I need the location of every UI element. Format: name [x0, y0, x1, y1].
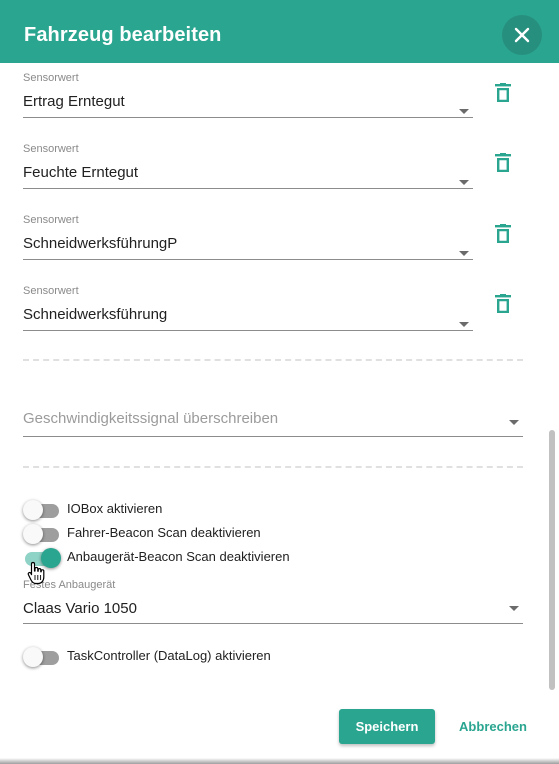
chevron-down-icon: [459, 251, 469, 256]
scrollbar[interactable]: [549, 430, 555, 690]
driver-beacon-toggle-label: Fahrer-Beacon Scan deaktivieren: [67, 525, 261, 540]
task-controller-toggle[interactable]: [23, 647, 61, 667]
dialog-content: Sensorwert Ertrag Erntegut Sensorwert Fe…: [0, 63, 559, 701]
save-button[interactable]: Speichern: [339, 709, 435, 744]
iobox-toggle-label: IOBox aktivieren: [67, 501, 163, 516]
speed-signal-select[interactable]: Geschwindigkeitssignal überschreiben: [23, 408, 523, 438]
sensor-value: SchneidwerksführungP: [23, 235, 178, 252]
hand-cursor-icon: [27, 561, 45, 585]
dialog-bottom-shadow: [0, 758, 559, 764]
delete-sensor-2-trash-icon[interactable]: [494, 153, 512, 173]
delete-sensor-4-trash-icon[interactable]: [494, 294, 512, 314]
driver-beacon-toggle[interactable]: [23, 524, 61, 544]
toggle-row-attachment-beacon: Anbaugerät-Beacon Scan deaktivieren: [23, 548, 323, 568]
attachment-beacon-toggle-label: Anbaugerät-Beacon Scan deaktivieren: [67, 549, 290, 564]
sensor-select-2[interactable]: Sensorwert Feuchte Erntegut: [23, 143, 473, 189]
field-underline: [23, 259, 473, 260]
iobox-toggle[interactable]: [23, 500, 61, 520]
dialog-header: Fahrzeug bearbeiten: [0, 0, 559, 63]
toggle-row-iobox: IOBox aktivieren: [23, 500, 323, 520]
sensor-label: Sensorwert: [23, 72, 79, 84]
speed-signal-placeholder: Geschwindigkeitssignal überschreiben: [23, 410, 279, 427]
toggle-thumb: [23, 500, 43, 520]
cancel-button[interactable]: Abbrechen: [447, 709, 539, 744]
chevron-down-icon: [459, 180, 469, 185]
toggle-row-driver-beacon: Fahrer-Beacon Scan deaktivieren: [23, 524, 323, 544]
sensor-label: Sensorwert: [23, 214, 79, 226]
field-underline: [23, 188, 473, 189]
chevron-down-icon: [459, 109, 469, 114]
sensor-label: Sensorwert: [23, 143, 79, 155]
sensor-select-1[interactable]: Sensorwert Ertrag Erntegut: [23, 72, 473, 118]
toggle-thumb: [23, 647, 43, 667]
field-underline: [23, 330, 473, 331]
sensor-label: Sensorwert: [23, 285, 79, 297]
task-controller-toggle-label: TaskController (DataLog) aktivieren: [67, 648, 271, 663]
close-button[interactable]: [502, 15, 542, 55]
dialog-footer: Speichern Abbrechen: [0, 701, 559, 764]
field-underline: [23, 623, 523, 624]
section-divider: [23, 466, 523, 468]
field-underline: [23, 117, 473, 118]
chevron-down-icon: [509, 606, 519, 611]
sensor-select-3[interactable]: Sensorwert SchneidwerksführungP: [23, 214, 473, 260]
toggle-thumb: [23, 524, 43, 544]
sensor-value: Feuchte Erntegut: [23, 164, 139, 181]
fixed-attachment-value: Claas Vario 1050: [23, 600, 137, 617]
sensor-value: Schneidwerksführung: [23, 306, 168, 323]
toggle-row-task-controller: TaskController (DataLog) aktivieren: [23, 647, 343, 667]
field-underline: [23, 436, 523, 437]
chevron-down-icon: [509, 420, 519, 425]
sensor-value: Ertrag Erntegut: [23, 93, 125, 110]
fixed-attachment-select[interactable]: Festes Anbaugerät Claas Vario 1050: [23, 579, 523, 625]
delete-sensor-1-trash-icon[interactable]: [494, 83, 512, 103]
chevron-down-icon: [459, 322, 469, 327]
close-icon: [514, 27, 530, 43]
delete-sensor-3-trash-icon[interactable]: [494, 224, 512, 244]
dialog-title: Fahrzeug bearbeiten: [24, 24, 222, 46]
section-divider: [23, 359, 523, 361]
sensor-select-4[interactable]: Sensorwert Schneidwerksführung: [23, 285, 473, 331]
